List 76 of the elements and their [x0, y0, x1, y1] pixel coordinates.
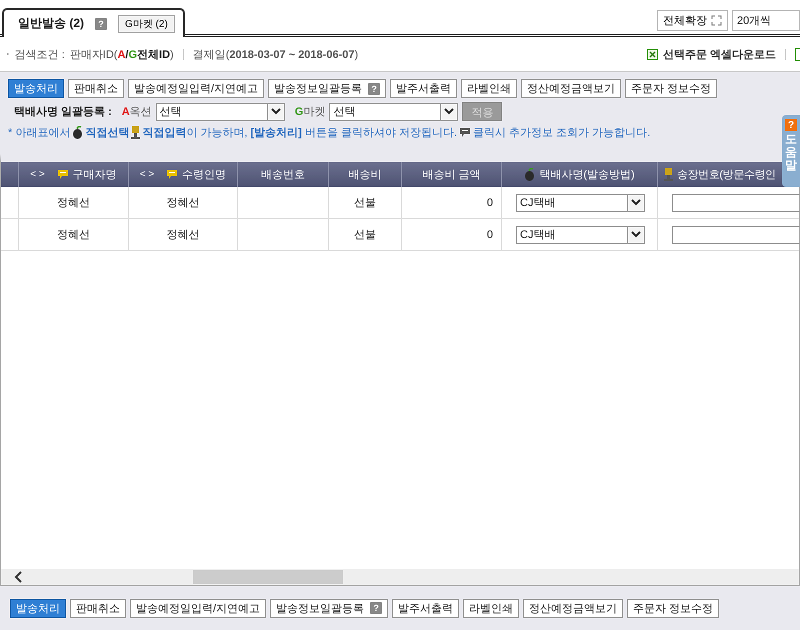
info-text: 직접선택	[85, 126, 130, 140]
dropdown-icon	[631, 231, 641, 238]
action-button[interactable]: 발주서출력	[390, 79, 458, 98]
excel-download-link[interactable]: 선택주문 엑셀다운로드	[662, 46, 776, 62]
pen-icon	[664, 168, 673, 181]
action-button[interactable]: 주문자 정보수정	[625, 79, 718, 98]
column-header: 배송번호	[261, 168, 305, 182]
table-cell-text: 정혜선	[57, 228, 90, 242]
action-button[interactable]: 정산예정금액보기	[521, 79, 622, 98]
table-cell-text: 정혜선	[166, 196, 200, 210]
action-button[interactable]: 판매취소	[70, 598, 126, 618]
table-cell-text: 정혜선	[166, 228, 200, 242]
column-header: 배송비	[348, 168, 382, 182]
expand-icon	[711, 14, 722, 26]
tab-label: 일반발송 (2)	[18, 15, 84, 32]
search-label: 검색조건 :	[14, 48, 65, 62]
bullet: ·	[6, 48, 10, 60]
info-text: 직접입력이 가능하며, [발송처리] 버튼을 클릭하셔야 저장됩니다.	[142, 126, 458, 140]
sort-arrows[interactable]: < >	[30, 169, 45, 180]
action-button[interactable]: 정산예정금액보기	[523, 598, 624, 618]
column-header: 배송비 금액	[422, 168, 481, 182]
comment-icon	[166, 169, 178, 180]
dropdown-icon	[270, 108, 281, 115]
sort-arrows[interactable]: < >	[140, 169, 154, 180]
help-tab-label: 도움말	[785, 133, 797, 173]
help-icon[interactable]: ?	[370, 602, 382, 614]
payment-date-text: 결제일(2018-03-07 ~ 2018-06-07)	[192, 48, 358, 62]
excel-icon	[646, 48, 658, 60]
market-label: G마켓	[294, 105, 326, 119]
scroll-left-icon[interactable]	[13, 571, 23, 583]
info-text: * 아래표에서	[8, 126, 70, 140]
dropdown-icon	[631, 199, 641, 206]
column-header: 택배사명(발송방법)	[539, 168, 635, 182]
help-icon[interactable]: ?	[95, 18, 107, 30]
page-size-select[interactable]: 20개씩	[732, 10, 800, 30]
invoice-input-field[interactable]	[672, 226, 800, 244]
market-filter-button[interactable]: G마켓 (2)	[118, 14, 175, 32]
action-button[interactable]: 발송예정일입력/지연예고	[130, 598, 266, 618]
dropdown-icon	[444, 108, 454, 115]
column-header: 송장번호(방문수령인	[677, 168, 776, 182]
table-cell: 0	[486, 196, 493, 208]
pen-icon	[131, 126, 140, 139]
mouse-icon	[72, 126, 84, 139]
table-cell: 0	[486, 228, 493, 240]
invoice-input-field[interactable]	[672, 194, 800, 212]
table-cell-text: 선불	[354, 196, 376, 210]
expand-all-button[interactable]: 전체확장	[657, 10, 728, 30]
courier-select[interactable]: CJ택배	[516, 194, 645, 212]
market-label: A옥션	[122, 105, 152, 119]
table-cell-text: 선불	[354, 228, 376, 242]
column-header: 구매자명	[72, 168, 117, 182]
action-button[interactable]: 판매취소	[68, 79, 124, 98]
action-button[interactable]: 주문자 정보수정	[627, 598, 720, 618]
comment-icon	[56, 169, 69, 180]
help-icon: ?	[785, 119, 797, 131]
action-button[interactable]: 발송정보일괄등록 ?	[270, 598, 388, 618]
seller-filter-text: 판매자ID(A/G전체ID)	[70, 48, 174, 62]
courier-select[interactable]: 선택	[156, 102, 285, 120]
action-button[interactable]: 발주서출력	[392, 598, 460, 618]
table-cell-text: 정혜선	[57, 196, 90, 210]
action-button[interactable]: 라벨인쇄	[461, 79, 518, 98]
action-button[interactable]: 발송정보일괄등록 ?	[268, 79, 386, 98]
action-button[interactable]: 발송처리	[10, 598, 66, 618]
action-button[interactable]: 발송예정일입력/지연예고	[128, 79, 264, 98]
courier-select[interactable]: CJ택배	[516, 226, 645, 244]
action-button[interactable]: 라벨인쇄	[463, 598, 520, 618]
courier-bulk-label: 택배사명 일괄등록 :	[14, 105, 112, 119]
mouse-icon	[524, 168, 536, 181]
action-button[interactable]: 발송처리	[8, 79, 64, 98]
tab[interactable]: 일반발송 (2) ? G마켓 (2)	[2, 8, 185, 37]
help-icon[interactable]: ?	[368, 82, 380, 94]
info-text: 클릭시 추가정보 조회가 가능합니다.	[473, 126, 650, 140]
courier-select[interactable]: 선택	[329, 102, 458, 120]
comment-icon	[459, 127, 472, 138]
column-header: 수령인명	[182, 168, 226, 182]
scrollbar-thumb[interactable]	[193, 570, 343, 584]
